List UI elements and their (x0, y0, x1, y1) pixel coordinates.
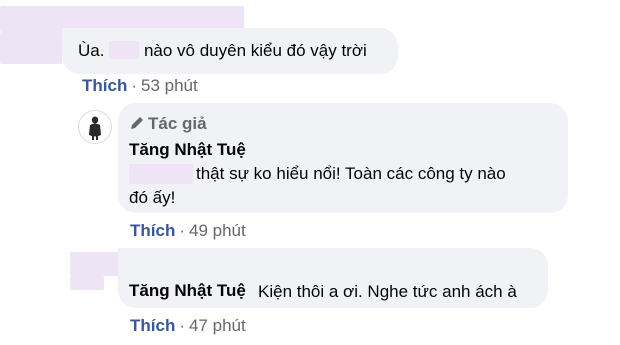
separator-dot: · (179, 316, 186, 335)
redacted-avatar (70, 276, 104, 290)
comment-text-line-1: thật sự ko hiểu nổi! Toàn các công ty nà… (196, 164, 506, 183)
pencil-icon (129, 115, 145, 131)
redacted-mention (129, 164, 193, 184)
comment-actions: Thích · 53 phút (82, 76, 198, 96)
author-name[interactable]: Tăng Nhật Tuệ (129, 281, 246, 301)
separator-dot: · (179, 221, 186, 240)
comment-text: Ùa. nào vô duyên kiểu đó vậy trời (78, 41, 367, 60)
like-button[interactable]: Thích (130, 316, 175, 335)
comment-text: Kiện thôi a ơi. Nghe tức anh ách à (258, 282, 517, 301)
comment-text-line-2: đó ấy! (129, 188, 176, 207)
comment-actions: Thích · 49 phút (130, 221, 246, 241)
person-silhouette-icon (89, 116, 101, 140)
redacted-mention (109, 41, 140, 59)
author-name[interactable]: Tăng Nhật Tuệ (129, 140, 246, 160)
timestamp[interactable]: 53 phút (141, 76, 198, 95)
separator-dot: · (131, 76, 138, 95)
timestamp[interactable]: 47 phút (189, 316, 246, 335)
author-badge: Tác giả (148, 114, 207, 133)
comment-actions: Thích · 47 phút (130, 316, 246, 336)
redacted-avatar (0, 32, 62, 64)
avatar[interactable] (78, 110, 112, 144)
timestamp[interactable]: 49 phút (189, 221, 246, 240)
like-button[interactable]: Thích (82, 76, 127, 95)
like-button[interactable]: Thích (130, 221, 175, 240)
